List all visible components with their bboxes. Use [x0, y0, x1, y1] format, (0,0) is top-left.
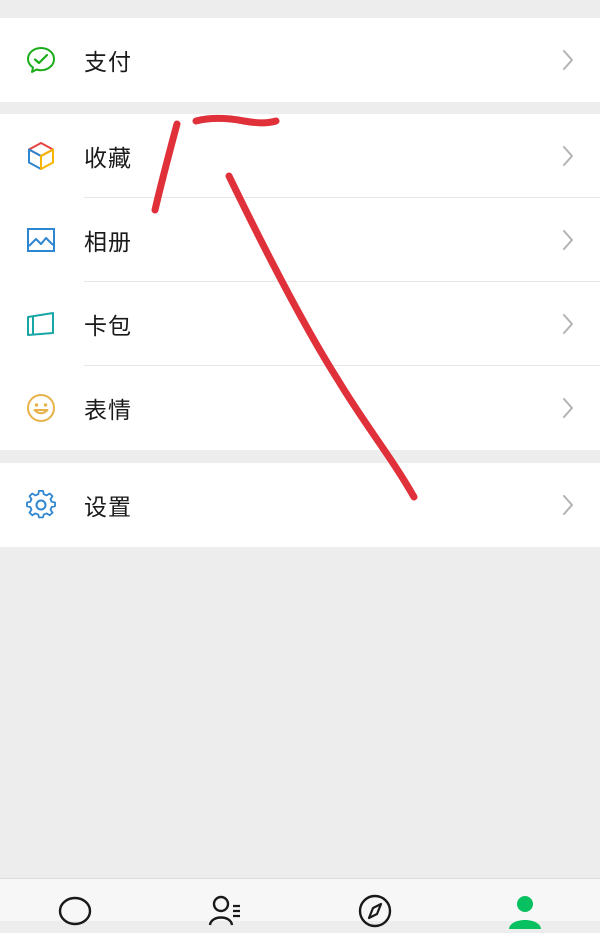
gear-icon — [24, 488, 58, 522]
discover-compass-icon — [358, 894, 392, 928]
menu-item-album[interactable]: 相册 — [0, 198, 600, 282]
tab-chats[interactable] — [0, 879, 150, 926]
bottom-tab-bar — [0, 878, 600, 929]
chevron-right-icon — [563, 398, 573, 418]
menu-item-label: 卡包 — [84, 314, 132, 340]
main-menu-group: 收藏 相册 卡包 表情 — [0, 114, 600, 450]
album-photo-icon — [24, 223, 58, 257]
menu-item-label: 相册 — [84, 230, 132, 256]
chevron-right-icon — [563, 146, 573, 166]
tab-me[interactable] — [450, 879, 600, 929]
menu-item-favorites[interactable]: 收藏 — [0, 114, 600, 198]
chevron-right-icon — [563, 495, 573, 515]
menu-item-settings[interactable]: 设置 — [0, 463, 600, 547]
chats-bubble-icon — [58, 896, 92, 926]
card-wallet-icon — [24, 307, 58, 341]
favorites-cube-icon — [24, 139, 58, 173]
chevron-right-icon — [563, 230, 573, 250]
top-separator — [0, 0, 600, 18]
menu-item-label: 表情 — [84, 398, 132, 424]
tab-discover[interactable] — [300, 879, 450, 928]
menu-item-label: 支付 — [84, 50, 132, 76]
chevron-right-icon — [563, 314, 573, 334]
menu-item-label: 设置 — [84, 495, 132, 521]
sticker-smiley-icon — [24, 391, 58, 425]
chevron-right-icon — [563, 50, 573, 70]
menu-item-cards[interactable]: 卡包 — [0, 282, 600, 366]
menu-item-pay[interactable]: 支付 — [0, 18, 600, 102]
menu-item-stickers[interactable]: 表情 — [0, 366, 600, 450]
me-person-icon — [509, 896, 541, 929]
tab-contacts[interactable] — [150, 879, 300, 926]
contacts-icon — [208, 895, 240, 926]
wechat-pay-icon — [24, 43, 58, 77]
pay-group: 支付 — [0, 18, 600, 102]
settings-group: 设置 — [0, 463, 600, 547]
menu-item-label: 收藏 — [84, 146, 132, 172]
